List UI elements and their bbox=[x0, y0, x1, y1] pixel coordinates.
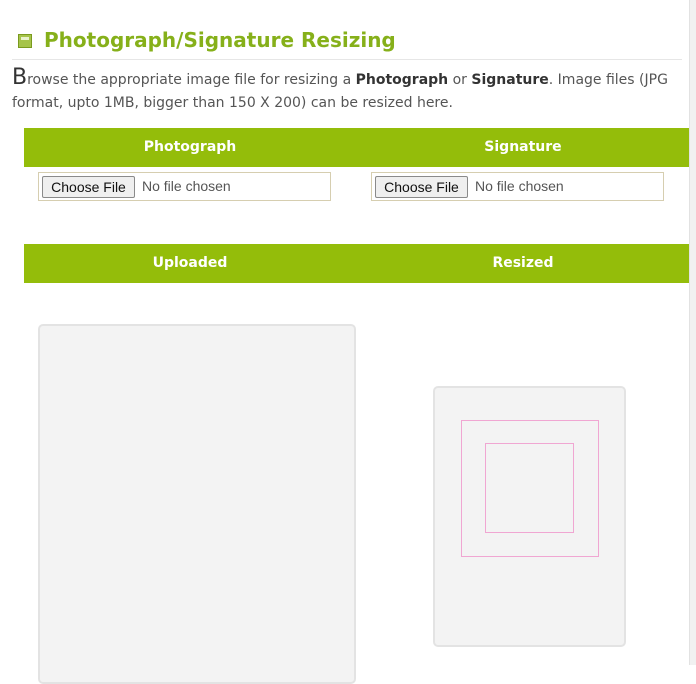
photograph-file-input[interactable]: Choose File No file chosen bbox=[38, 172, 331, 201]
intro-photograph: Photograph bbox=[355, 72, 449, 88]
photograph-column-header: Photograph bbox=[143, 139, 237, 155]
uploaded-column-header: Uploaded bbox=[152, 255, 228, 271]
collapse-square-icon[interactable] bbox=[18, 34, 32, 48]
intro-part2: or bbox=[448, 72, 472, 88]
result-header-bar: Uploaded Resized bbox=[24, 244, 689, 283]
intro-part1: rowse the appropriate image file for res… bbox=[27, 72, 356, 88]
photograph-choose-file-button[interactable]: Choose File bbox=[42, 176, 135, 198]
inner-crop-guide bbox=[485, 443, 574, 533]
upload-header-bar: Photograph Signature bbox=[24, 128, 689, 167]
signature-file-status: No file chosen bbox=[475, 178, 564, 194]
page-title: Photograph/Signature Resizing bbox=[44, 28, 396, 52]
page-scrollbar[interactable] bbox=[689, 0, 696, 665]
uploaded-image-preview bbox=[38, 324, 356, 684]
resized-image-preview bbox=[433, 386, 626, 647]
resized-column-header: Resized bbox=[492, 255, 554, 271]
section-heading: Photograph/Signature Resizing bbox=[18, 28, 686, 58]
photograph-file-status: No file chosen bbox=[142, 178, 231, 194]
signature-file-input[interactable]: Choose File No file chosen bbox=[371, 172, 664, 201]
signature-choose-file-button[interactable]: Choose File bbox=[375, 176, 468, 198]
signature-column-header: Signature bbox=[484, 139, 562, 155]
heading-divider bbox=[12, 59, 682, 60]
intro-signature: Signature bbox=[471, 72, 549, 88]
intro-text: Browse the appropriate image file for re… bbox=[12, 66, 682, 115]
intro-dropcap: B bbox=[12, 65, 28, 90]
